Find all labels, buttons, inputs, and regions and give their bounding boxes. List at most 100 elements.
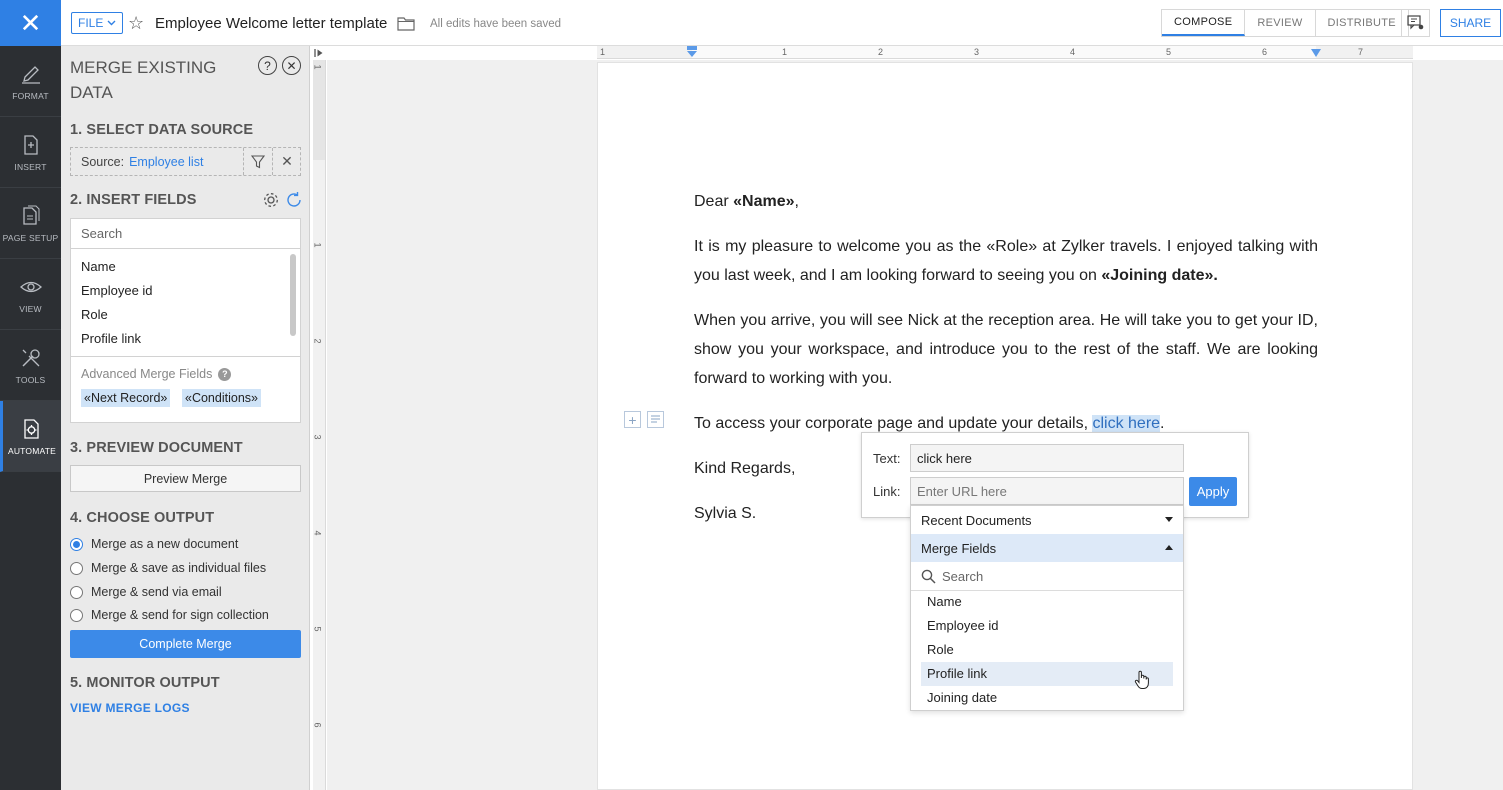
welcome-paragraph: It is my pleasure to welcome you as the … (694, 232, 1318, 290)
output-option-email[interactable]: Merge & send via email (70, 583, 222, 601)
question-icon[interactable]: ? (218, 367, 232, 381)
greeting-paragraph: Dear «Name», (694, 187, 1318, 216)
merge-fields-search-input[interactable] (942, 565, 1172, 587)
filter-icon[interactable] (243, 148, 272, 175)
ruler-number: 1 (312, 64, 323, 70)
tab-distribute[interactable]: DISTRIBUTE (1316, 10, 1408, 36)
source-label: Source: (81, 154, 125, 169)
rail-item-page-setup[interactable]: PAGE SETUP (0, 188, 61, 259)
ruler-number: 1 (782, 47, 788, 57)
radio[interactable] (70, 608, 83, 622)
horizontal-ruler: 1 1 2 3 4 5 6 7 (597, 46, 1413, 59)
rail-item-format[interactable]: FORMAT (0, 46, 61, 117)
clear-source-icon[interactable]: ✕ (272, 148, 301, 175)
folder-icon[interactable] (397, 15, 415, 31)
output-option-sign-collection[interactable]: Merge & send for sign collection (70, 606, 269, 624)
conditions-tag[interactable]: «Conditions» (182, 389, 261, 407)
radio[interactable] (70, 585, 83, 599)
step-preview-heading: 3. PREVIEW DOCUMENT (70, 440, 243, 456)
field-item-role[interactable]: Role (71, 303, 300, 327)
ruler-number: 4 (312, 530, 323, 536)
link-text-label: Text: (873, 451, 901, 466)
comments-button[interactable] (1401, 9, 1430, 37)
dropdown-item-employee-id[interactable]: Employee id (921, 614, 1173, 638)
rail-item-automate[interactable]: AUTOMATE (0, 401, 61, 472)
tools-icon (21, 348, 40, 367)
complete-merge-button[interactable]: Complete Merge (70, 630, 301, 658)
radio-checked[interactable] (70, 537, 83, 551)
dropdown-item-role[interactable]: Role (921, 638, 1173, 662)
output-option-label: Merge & send for sign collection (91, 608, 269, 622)
star-icon[interactable]: ☆ (128, 13, 144, 33)
top-bar: ✕ FILE ☆ Employee Welcome letter templat… (0, 0, 1503, 46)
ruler-number: 6 (1262, 47, 1268, 57)
data-source-box: Source: Employee list ✕ (70, 147, 301, 176)
fields-scrollbar[interactable] (290, 254, 296, 336)
link-url-label: Link: (873, 484, 901, 499)
output-option-label: Merge & save as individual files (91, 561, 267, 575)
rail-label: FORMAT (12, 90, 49, 101)
ruler-toggle-icon[interactable] (312, 46, 326, 60)
right-indent-marker-icon[interactable] (1310, 48, 1322, 58)
paragraph-format-icon[interactable] (647, 411, 664, 428)
eye-icon (19, 281, 42, 292)
left-indent-marker-icon[interactable] (686, 46, 698, 58)
link-text-input[interactable] (910, 444, 1184, 472)
close-icon[interactable]: ✕ (282, 56, 301, 75)
step-insert-fields-heading: 2. INSERT FIELDS (70, 192, 197, 208)
dropdown-item-joining-date[interactable]: Joining date (921, 686, 1173, 710)
next-record-tag[interactable]: «Next Record» (81, 389, 171, 407)
field-item-profile-link[interactable]: Profile link (71, 327, 300, 351)
dropdown-item-name[interactable]: Name (921, 590, 1173, 614)
greeting-prefix: Dear (694, 193, 734, 210)
mode-tabs: COMPOSE REVIEW DISTRIBUTE (1161, 9, 1409, 37)
rail-label: AUTOMATE (7, 445, 57, 456)
merge-fields-label: Merge Fields (921, 540, 997, 556)
merge-field-name[interactable]: «Name» (733, 193, 794, 210)
rail-item-insert[interactable]: INSERT (0, 117, 61, 188)
app-window: ✕ FILE ☆ Employee Welcome letter templat… (0, 0, 1503, 790)
rail-item-tools[interactable]: TOOLS (0, 330, 61, 401)
rail-item-view[interactable]: VIEW (0, 259, 61, 330)
rail-label: VIEW (19, 303, 42, 314)
tab-review[interactable]: REVIEW (1245, 10, 1316, 36)
merge-fields-section[interactable]: Merge Fields (911, 534, 1183, 562)
ruler-number: 3 (974, 47, 980, 57)
field-item-name[interactable]: Name (71, 255, 300, 279)
gear-icon[interactable] (262, 191, 280, 209)
help-icon[interactable]: ? (258, 56, 277, 75)
merge-panel: MERGE EXISTING DATA ? ✕ 1. SELECT DATA S… (61, 46, 310, 790)
output-option-new-document[interactable]: Merge as a new document (70, 535, 238, 553)
access-text: To access your corporate page and update… (694, 415, 1093, 432)
output-option-label: Merge as a new document (91, 537, 239, 551)
vertical-ruler: 1 1 2 3 4 5 6 (313, 60, 326, 790)
output-option-label: Merge & send via email (91, 585, 222, 599)
file-menu-button[interactable]: FILE (71, 12, 124, 34)
preview-merge-button[interactable]: Preview Merge (70, 465, 301, 492)
link-url-input[interactable] (910, 477, 1184, 505)
refresh-icon[interactable] (285, 191, 303, 209)
document-title[interactable]: Employee Welcome letter template (155, 15, 387, 32)
save-status: All edits have been saved (430, 18, 562, 30)
plus-icon[interactable]: + (624, 411, 641, 428)
ruler-number: 7 (1358, 47, 1364, 57)
selected-link-text[interactable]: click here (1092, 415, 1161, 432)
format-pen-icon (21, 65, 40, 84)
apply-link-button[interactable]: Apply (1189, 477, 1237, 506)
share-button[interactable]: SHARE (1440, 9, 1501, 37)
file-menu-label: FILE (78, 16, 104, 30)
fields-search-input[interactable] (71, 219, 300, 249)
link-suggestions-dropdown: Recent Documents Merge Fields Name Emplo… (910, 505, 1184, 711)
radio[interactable] (70, 561, 83, 575)
merge-field-joining-date[interactable]: «Joining date». (1101, 267, 1217, 284)
insert-doc-icon (23, 134, 38, 155)
rail-label: TOOLS (15, 374, 46, 385)
output-option-individual-files[interactable]: Merge & save as individual files (70, 559, 266, 577)
view-merge-logs-link[interactable]: VIEW MERGE LOGS (70, 701, 190, 715)
source-link[interactable]: Employee list (129, 155, 203, 169)
dropdown-item-profile-link[interactable]: Profile link (921, 662, 1173, 686)
tab-compose[interactable]: COMPOSE (1162, 10, 1246, 36)
close-editor-button[interactable]: ✕ (0, 0, 61, 46)
recent-documents-section[interactable]: Recent Documents (911, 506, 1183, 534)
field-item-employee-id[interactable]: Employee id (71, 279, 300, 303)
